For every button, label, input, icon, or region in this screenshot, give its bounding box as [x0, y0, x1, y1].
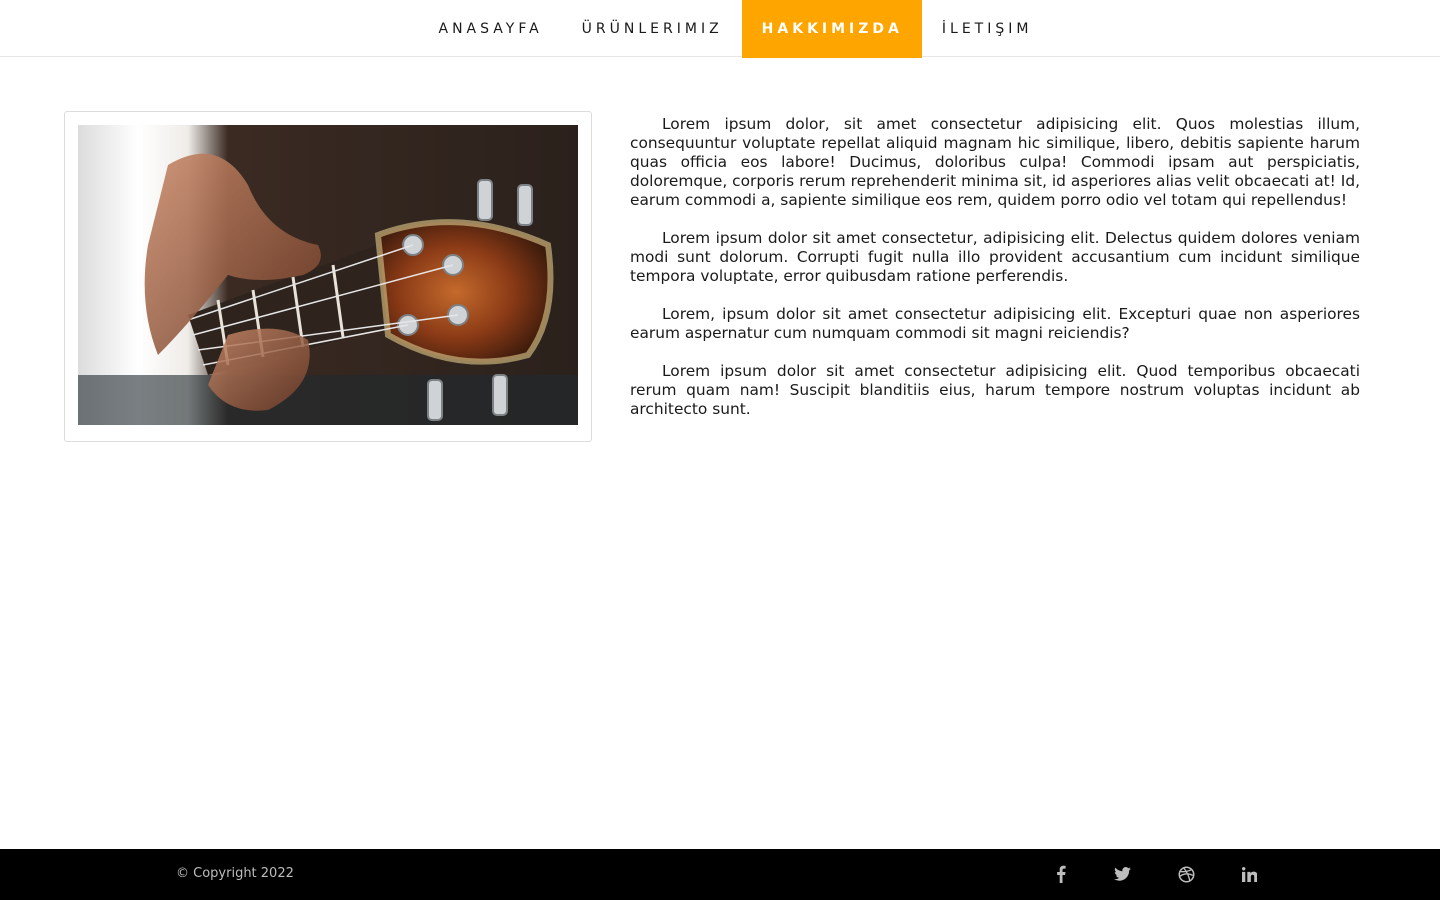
about-paragraph: Lorem, ipsum dolor sit amet consectetur …	[630, 305, 1360, 342]
twitter-icon[interactable]	[1111, 863, 1133, 885]
footer: © Copyright 2022	[0, 849, 1440, 900]
about-paragraph: Lorem ipsum dolor, sit amet consectetur …	[630, 115, 1360, 209]
nav-item-anasayfa[interactable]: ANASAYFA	[419, 0, 562, 58]
guitar-photo	[78, 125, 578, 425]
about-paragraph: Lorem ipsum dolor sit amet consectetur a…	[630, 362, 1360, 418]
facebook-icon[interactable]	[1050, 863, 1072, 885]
about-text: Lorem ipsum dolor, sit amet consectetur …	[630, 115, 1360, 438]
top-navigation: ANASAYFA ÜRÜNLERIMIZ HAKKIMIZDA İLETIŞIM	[0, 0, 1440, 58]
about-paragraph: Lorem ipsum dolor sit amet consectetur, …	[630, 229, 1360, 285]
dribbble-icon[interactable]	[1175, 863, 1197, 885]
copyright-text: © Copyright 2022	[176, 866, 294, 881]
nav-item-iletisim[interactable]: İLETIŞIM	[922, 0, 1052, 58]
linkedin-icon[interactable]	[1238, 863, 1260, 885]
nav-list: ANASAYFA ÜRÜNLERIMIZ HAKKIMIZDA İLETIŞIM	[419, 0, 1052, 58]
nav-item-hakkimizda[interactable]: HAKKIMIZDA	[742, 0, 923, 58]
about-image-frame	[64, 111, 592, 442]
nav-item-urunlerimiz[interactable]: ÜRÜNLERIMIZ	[562, 0, 742, 58]
